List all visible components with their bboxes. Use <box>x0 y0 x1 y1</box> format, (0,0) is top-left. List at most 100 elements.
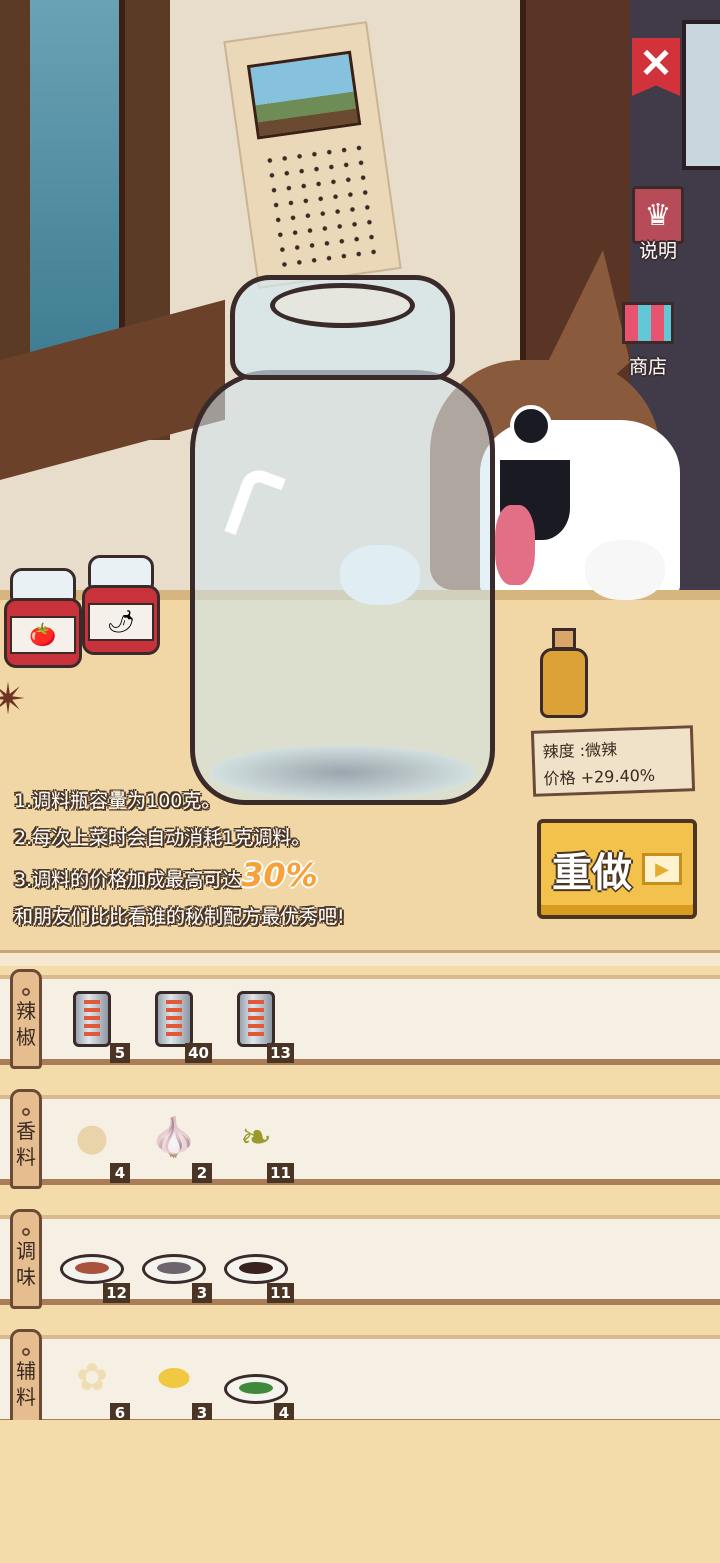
star-anise-icon: ✴ <box>0 674 27 725</box>
tip-line-1: 1.调料瓶容量为100克。 <box>14 790 221 812</box>
garlic-icon: 🧄 <box>150 1114 198 1159</box>
item-quantity: 11 <box>267 1163 294 1183</box>
shelf-tag-top: 辅 <box>16 1359 36 1383</box>
window-glass <box>30 0 125 360</box>
max-bonus-highlight: 30% <box>241 856 318 894</box>
shop-button[interactable]: 商店 <box>608 302 688 379</box>
ingredient-item[interactable]: ✿ 6 <box>60 1345 130 1423</box>
ingredient-item[interactable]: ❧ 11 <box>224 1105 294 1183</box>
price-value: +29.40% <box>580 765 656 788</box>
lemon-slice-icon: ⬬ <box>157 1354 191 1399</box>
shelf-tag-top: 调 <box>16 1239 36 1263</box>
spice-value: :微辣 <box>579 739 618 761</box>
help-button[interactable]: ♛ 说明 <box>618 186 698 263</box>
tag-hole <box>22 1348 30 1356</box>
seasoning-bottle-icon <box>540 628 588 718</box>
shelf-tag-bottom: 味 <box>16 1265 36 1289</box>
wall-picture <box>682 20 720 170</box>
shelf-tag-spices: 香 料 <box>10 1089 42 1189</box>
shelf-tag-chili: 辣 椒 <box>10 969 42 1069</box>
dog-tongue <box>495 505 535 585</box>
shelf-tag-top: 辣 <box>16 999 36 1023</box>
dish-graphic <box>224 1254 288 1284</box>
can-graphic <box>237 991 275 1047</box>
tag-hole <box>22 1228 30 1236</box>
dog-eye <box>510 405 552 447</box>
shelf-tag-extras: 辅 料 <box>10 1329 42 1429</box>
shelf-divider <box>0 950 720 966</box>
tomato-sauce-jar: 🍅 <box>4 568 82 668</box>
item-quantity: 13 <box>267 1043 294 1063</box>
item-quantity: 5 <box>110 1043 130 1063</box>
item-quantity: 40 <box>185 1043 212 1063</box>
instructions: 1.调料瓶容量为100克。 2.每次上菜时会自动消耗1克调料。 3.调料的价格加… <box>14 783 534 936</box>
sauce-dish-icon <box>142 1225 206 1289</box>
item-quantity: 4 <box>110 1163 130 1183</box>
bottom-floor <box>0 1420 720 1563</box>
ingredient-item[interactable]: 5 <box>60 985 130 1063</box>
shelf-extras: 辅 料 ✿ 6 ⬬ 3 4 <box>0 1329 720 1429</box>
dog-paw-right <box>585 540 665 600</box>
tip-line-2: 2.每次上菜时会自动消耗1克调料。 <box>14 827 311 849</box>
price-row: 价格 +29.40% <box>543 761 684 793</box>
seasoning-jar[interactable] <box>190 275 495 805</box>
shelf-tag-bottom: 料 <box>16 1385 36 1409</box>
ingredient-item[interactable]: 3 <box>142 1225 212 1303</box>
shelf-tag-bottom: 料 <box>16 1145 36 1169</box>
dish-graphic <box>142 1254 206 1284</box>
herb-dish-icon <box>224 1345 288 1409</box>
shelf-tag-bottom: 椒 <box>16 1025 36 1049</box>
sauce-dish-icon <box>60 1225 124 1289</box>
shop-icon <box>622 302 674 344</box>
bottle-cork <box>552 628 576 650</box>
chili-can-icon <box>142 985 206 1049</box>
tip-line-4: 和朋友们比比看谁的秘制配方最优秀吧! <box>14 906 345 928</box>
item-quantity: 2 <box>192 1163 212 1183</box>
shelf-tag-sauces: 调 味 <box>10 1209 42 1309</box>
shelf-spices: 香 料 ● 4 🧄 2 ❧ 11 <box>0 1089 720 1189</box>
can-graphic <box>155 991 193 1047</box>
item-quantity: 3 <box>192 1283 212 1303</box>
shelf-chili: 辣 椒 5 40 13 <box>0 969 720 1069</box>
item-quantity: 11 <box>267 1283 294 1303</box>
chili-sauce-jar: 🌶 <box>82 555 160 655</box>
tip-line-3-text: 3.调料的价格加成最高可达 <box>14 869 242 891</box>
pepper-icon: ❧ <box>240 1115 272 1159</box>
tip-line-3: 3.调料的价格加成最高可达30% <box>14 857 534 899</box>
redo-button[interactable]: 重做 ▶ <box>537 819 697 919</box>
redo-button-label: 重做 <box>552 850 632 896</box>
bottle-body <box>540 648 588 718</box>
ingredient-item[interactable]: 🧄 2 <box>142 1105 212 1183</box>
dish-graphic <box>60 1254 124 1284</box>
wall-calendar <box>223 21 402 289</box>
tag-hole <box>22 1108 30 1116</box>
play-video-icon: ▶ <box>642 853 682 885</box>
ingredient-item[interactable]: ⬬ 3 <box>142 1345 212 1423</box>
jar-mouth <box>270 283 415 328</box>
chili-can-icon <box>60 985 124 1049</box>
chili-can-icon <box>224 985 288 1049</box>
ingredient-item[interactable]: 40 <box>142 985 212 1063</box>
close-icon: ✕ <box>639 42 673 86</box>
can-graphic <box>73 991 111 1047</box>
jar-body <box>190 370 495 805</box>
shop-button-label: 商店 <box>628 356 667 378</box>
recipe-status-tag: 辣度 :微辣 价格 +29.40% <box>530 725 696 797</box>
item-quantity: 12 <box>103 1283 130 1303</box>
ginger-icon: ● <box>75 1115 109 1159</box>
dish-graphic <box>224 1374 288 1404</box>
ingredient-item[interactable]: 4 <box>224 1345 294 1423</box>
shelf-sauces: 调 味 12 3 11 <box>0 1209 720 1309</box>
ingredient-item[interactable]: 11 <box>224 1225 294 1303</box>
shelf-tag-top: 香 <box>16 1119 36 1143</box>
tomato-icon: 🍅 <box>10 616 76 654</box>
calendar-picture <box>246 50 362 140</box>
spice-label: 辣度 <box>542 741 575 762</box>
ingredient-item[interactable]: 13 <box>224 985 294 1063</box>
ingredient-item[interactable]: 12 <box>60 1225 130 1303</box>
ingredient-item[interactable]: ● 4 <box>60 1105 130 1183</box>
price-label: 价格 <box>543 768 576 789</box>
calendar-grid <box>261 139 383 273</box>
sauce-dish-icon <box>224 1225 288 1289</box>
help-button-label: 说明 <box>638 240 677 262</box>
